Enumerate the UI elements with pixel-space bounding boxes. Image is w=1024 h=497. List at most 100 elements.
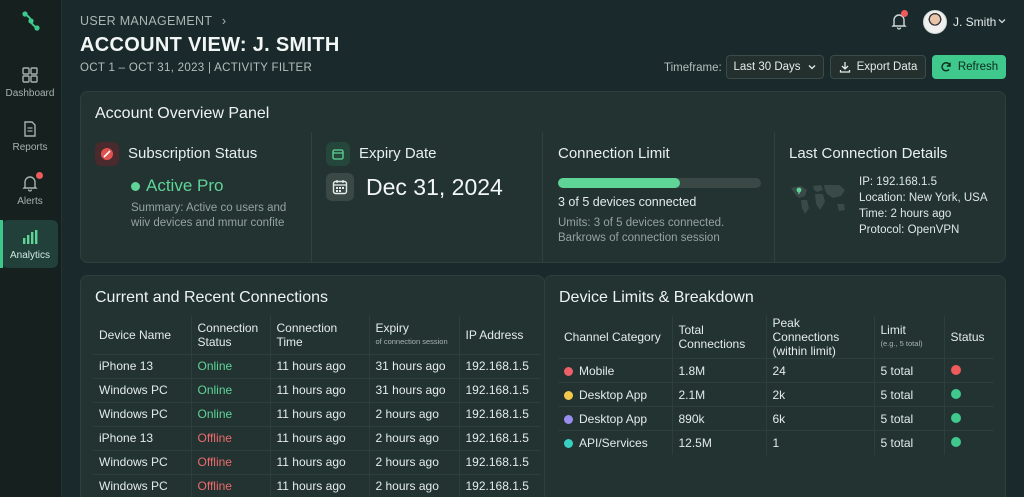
status-cell — [944, 406, 994, 431]
connection-progress-fill — [558, 178, 680, 188]
header-line: Status — [197, 334, 232, 349]
table-row[interactable]: Desktop App 890k 6k 5 total — [558, 406, 994, 431]
breadcrumb: USER MANAGEMENT › — [80, 14, 226, 28]
alerts-icon-wrap — [21, 171, 43, 192]
peak-connections-cell: 6k — [766, 406, 875, 431]
expiry-cell: 2 hours ago — [369, 449, 460, 474]
device-limits-panel: Device Limits & Breakdown Channel Catego… — [544, 275, 1006, 497]
avatar[interactable] — [923, 10, 947, 34]
status-cell — [944, 382, 994, 407]
app-logo-icon[interactable] — [20, 10, 42, 32]
panel-title: Account Overview Panel — [95, 105, 270, 122]
refresh-icon — [941, 62, 951, 72]
expiry-cell: 2 hours ago — [369, 473, 460, 497]
column-header-status[interactable]: Status — [944, 316, 994, 359]
sidebar-item-reports[interactable]: Reports — [2, 112, 58, 160]
page-title: ACCOUNT VIEW: J. SMITH — [80, 34, 340, 56]
alert-badge — [36, 171, 43, 179]
table-row[interactable]: Windows PC Offline 11 hours ago 2 hours ago… — [93, 473, 541, 497]
bar-chart-icon — [23, 229, 38, 244]
expiry-date-value: Dec 31, 2024 — [366, 174, 503, 200]
header-line: Connections — [678, 337, 746, 351]
table-row[interactable]: Mobile 1.8M 24 5 total — [558, 358, 994, 383]
column-header-status[interactable]: Connection Status — [191, 316, 271, 354]
table-row[interactable]: iPhone 13 Offline 11 hours ago 2 hours ago 1… — [93, 425, 541, 450]
connection-status-cell: Online — [191, 353, 271, 378]
header-line: Limit — [880, 323, 906, 337]
table-row[interactable]: iPhone 13 Online 11 hours ago 31 hours ago 1… — [93, 353, 541, 378]
total-connections-cell: 1.8M — [672, 358, 767, 383]
timeframe-dropdown[interactable]: Last 30 Days — [726, 55, 824, 79]
peak-connections-cell: 24 — [766, 358, 875, 383]
channel-category-cell: Desktop App — [558, 406, 673, 431]
device-name-cell: Windows PC — [93, 377, 192, 402]
last-connection-card: Last Connection Details IP: 192.168.1.5 … — [775, 132, 1007, 262]
connection-limit-card: Connection Limit 3 of 5 devices connecte… — [543, 132, 775, 262]
connection-status-cell: Online — [191, 401, 271, 426]
breadcrumb-link[interactable]: USER MANAGEMENT — [80, 14, 212, 28]
expiry-cell: 31 hours ago — [369, 353, 460, 378]
ip-address-cell: 192.168.1.5 — [459, 353, 541, 378]
category-color-dot — [564, 390, 573, 400]
card-title: Subscription Status — [128, 145, 258, 162]
limit-cell: 5 total — [874, 382, 945, 407]
calendar-icon — [332, 149, 344, 160]
card-title: Connection Limit — [558, 145, 670, 162]
column-header-time[interactable]: Connection Time — [270, 316, 370, 354]
column-header-device[interactable]: Device Name — [93, 316, 192, 354]
sidebar-item-alerts[interactable]: Alerts — [2, 166, 58, 214]
channel-category-cell: API/Services — [558, 430, 673, 455]
refresh-button[interactable]: Refresh — [932, 55, 1006, 79]
export-data-button[interactable]: Export Data — [830, 55, 926, 79]
chevron-down-icon[interactable] — [997, 16, 1007, 26]
status-indicator-dot — [950, 436, 961, 447]
status-cell — [944, 358, 994, 383]
table-row[interactable]: API/Services 12.5M 1 5 total — [558, 430, 994, 455]
column-header-expiry[interactable]: Expiry of connection session — [369, 316, 460, 354]
connections-panel: Current and Recent Connections Device Na… — [80, 275, 545, 497]
device-name-cell: Windows PC — [93, 401, 192, 426]
last-connection-protocol: Protocol: OpenVPN — [859, 224, 960, 236]
ip-address-cell: 192.168.1.5 — [459, 473, 541, 497]
sidebar-item-label: Dashboard — [5, 87, 55, 99]
expiry-icon — [326, 142, 350, 166]
device-name-cell: Windows PC — [93, 449, 192, 474]
header-note: of connection session — [375, 336, 448, 346]
sidebar-item-dashboard[interactable]: Dashboard — [2, 58, 58, 106]
connection-limit-detail-line2: Barkrows of connection session — [558, 232, 720, 244]
channel-category-cell: Desktop App — [558, 382, 673, 407]
user-name[interactable]: J. Smith — [953, 15, 996, 29]
column-header-limit[interactable]: Limit (e.g., 5 total) — [874, 316, 945, 359]
column-header-peak[interactable]: Peak Connections (within limit) — [766, 316, 875, 359]
card-title: Last Connection Details — [789, 145, 948, 162]
connection-time-cell: 11 hours ago — [270, 449, 370, 474]
table-row[interactable]: Windows PC Online 11 hours ago 31 hours ago… — [93, 377, 541, 402]
sidebar-item-analytics[interactable]: Analytics — [0, 220, 58, 268]
column-header-total[interactable]: Total Connections — [672, 316, 767, 359]
connection-limit-summary: 3 of 5 devices connected — [558, 195, 697, 209]
connection-time-cell: 11 hours ago — [270, 353, 370, 378]
column-header-category[interactable]: Channel Category — [558, 316, 673, 359]
category-label: Desktop App — [579, 387, 648, 402]
limit-cell: 5 total — [874, 430, 945, 455]
status-cell — [944, 430, 994, 455]
column-header-ip[interactable]: IP Address — [459, 316, 541, 354]
peak-connections-cell: 2k — [766, 382, 875, 407]
no-entry-icon — [101, 148, 113, 160]
status-indicator-dot — [950, 388, 961, 399]
connection-time-cell: 11 hours ago — [270, 401, 370, 426]
last-connection-ip: IP: 192.168.1.5 — [859, 176, 938, 188]
status-text: Active Pro — [146, 176, 224, 195]
status-indicator-dot — [950, 412, 961, 423]
table-row[interactable]: Desktop App 2.1M 2k 5 total — [558, 382, 994, 407]
category-color-dot — [564, 439, 573, 449]
world-map-icon — [791, 185, 845, 214]
device-name-cell: iPhone 13 — [93, 425, 192, 450]
last-connection-time: Time: 2 hours ago — [859, 208, 952, 220]
header-note: (e.g., 5 total) — [880, 339, 923, 348]
last-connection-location: Location: New York, USA — [859, 192, 988, 204]
table-row[interactable]: Windows PC Online 11 hours ago 2 hours ago 1… — [93, 401, 541, 426]
total-connections-cell: 12.5M — [672, 430, 767, 455]
table-row[interactable]: Windows PC Offline 11 hours ago 2 hours ago… — [93, 449, 541, 474]
limits-table-body: Mobile 1.8M 24 5 total Desktop App 2.1M 2k 5 to… — [558, 358, 994, 455]
